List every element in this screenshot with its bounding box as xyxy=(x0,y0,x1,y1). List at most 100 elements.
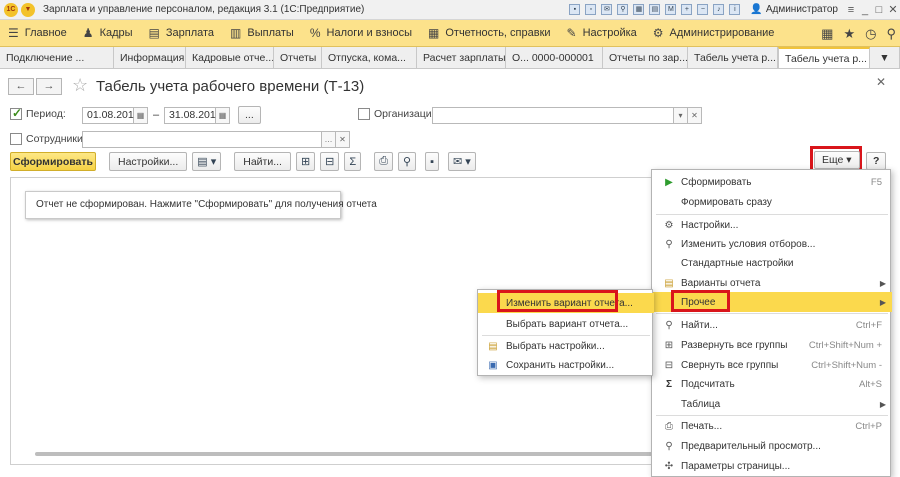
calculator-icon[interactable]: ▤ xyxy=(649,4,661,15)
horizontal-scrollbar[interactable] xyxy=(35,452,675,456)
menu-payments[interactable]: ▥ Выплаты xyxy=(222,20,302,47)
submenu-item-select-settings[interactable]: ▤ Выбрать настройки... xyxy=(478,336,654,356)
tab-timesheet-active[interactable]: Табель учета р...✕ xyxy=(778,47,870,68)
calendar-to-icon[interactable]: ▦ xyxy=(216,107,230,124)
tab-payroll[interactable]: Расчет зарплаты xyxy=(417,47,506,68)
menu-item-find[interactable]: ⚲ Найти... Ctrl+F xyxy=(652,315,892,335)
period-select-button[interactable]: ... xyxy=(238,106,261,124)
tabs-more-icon[interactable]: ▼ xyxy=(870,47,900,68)
employees-select-icon[interactable]: … xyxy=(322,131,336,148)
save-icon[interactable]: ▪ xyxy=(569,4,581,15)
report-icon: ▦ xyxy=(428,26,440,40)
org-input[interactable] xyxy=(432,107,674,124)
mminus-icon[interactable]: − xyxy=(697,4,709,15)
employees-checkbox[interactable] xyxy=(10,133,22,145)
menu-item-expand-groups[interactable]: ⊞ Развернуть все группы Ctrl+Shift+Num + xyxy=(652,335,892,355)
grid-icon[interactable]: ▦ xyxy=(821,26,833,42)
tab-timesheet-1[interactable]: Табель учета р... xyxy=(688,47,778,68)
menu-salary[interactable]: ▤ Зарплата xyxy=(141,20,223,47)
back-arrow-icon[interactable]: ← xyxy=(8,78,34,95)
employees-input[interactable] xyxy=(82,131,322,148)
menu-item-generate-immediately[interactable]: Формировать сразу xyxy=(652,192,892,212)
menu-item-print[interactable]: ⎙ Печать... Ctrl+P xyxy=(652,416,892,436)
menu-item-standard-settings[interactable]: Стандартные настройки xyxy=(652,253,892,273)
more-button[interactable]: Еще ▾ xyxy=(814,151,860,169)
info-icon[interactable]: i xyxy=(729,4,741,15)
favorite-star-icon[interactable]: ☆ xyxy=(72,75,88,96)
tab-hr-reports[interactable]: Кадровые отче... xyxy=(186,47,274,68)
sum-button[interactable]: Σ xyxy=(344,152,362,171)
period-from-field: 01.08.2018 ▦ xyxy=(82,107,148,124)
submenu-item-save-settings[interactable]: ▣ Сохранить настройки... xyxy=(478,355,654,375)
print-button[interactable]: ⎙ xyxy=(374,152,394,171)
menu-taxes[interactable]: % Налоги и взносы xyxy=(302,20,420,47)
user-icon: 👤 xyxy=(750,4,763,15)
m-icon[interactable]: M xyxy=(665,4,677,15)
save-button[interactable]: ▪ xyxy=(425,152,439,171)
collapse-groups-button[interactable]: ⊟ xyxy=(320,152,340,171)
forward-arrow-icon[interactable]: → xyxy=(36,78,62,95)
menu-item-sum[interactable]: Σ Подсчитать Alt+S xyxy=(652,374,892,394)
find-button[interactable]: Найти... xyxy=(234,152,291,171)
preview-button[interactable]: ⚲ xyxy=(398,152,417,171)
tab-reports[interactable]: Отчеты xyxy=(274,47,322,68)
tab-salary-reports[interactable]: Отчеты по зар... xyxy=(603,47,688,68)
calendar-from-icon[interactable]: ▦ xyxy=(134,107,148,124)
org-checkbox[interactable] xyxy=(358,108,370,120)
org-clear-icon[interactable]: ✕ xyxy=(688,107,702,124)
settings-button[interactable]: Настройки... xyxy=(109,152,188,171)
submenu-arrow-icon: ▶ xyxy=(879,278,886,288)
menu-hr[interactable]: ♟ Кадры xyxy=(75,20,141,47)
user-menu[interactable]: 👤 Администратор xyxy=(750,4,838,15)
filter-icon: ⚲ xyxy=(665,238,673,250)
minimize-icon[interactable]: _ xyxy=(858,4,872,16)
employees-row: Сотрудники: xyxy=(10,133,86,145)
menu-settings[interactable]: ✎ Настройка xyxy=(559,20,645,47)
org-row: Организация: xyxy=(358,108,440,120)
app-menu-icon[interactable]: ▼ xyxy=(21,2,35,17)
menu-admin[interactable]: ⚙ Администрирование xyxy=(645,20,783,47)
generate-button[interactable]: Сформировать xyxy=(10,152,96,171)
submenu-item-select-variant[interactable]: Выбрать вариант отчета... xyxy=(478,314,654,334)
mplus-icon[interactable]: + xyxy=(681,4,693,15)
search-icon[interactable]: ⚲ xyxy=(886,26,896,42)
menu-item-preview[interactable]: ⚲ Предварительный просмотр... xyxy=(652,436,892,456)
period-to-input[interactable]: 31.08.2018 xyxy=(164,107,222,124)
maximize-icon[interactable]: □ xyxy=(872,4,886,16)
form-close-icon[interactable]: ✕ xyxy=(876,75,886,89)
tab-connection[interactable]: Подключение ... xyxy=(0,47,114,68)
expand-groups-button[interactable]: ⊞ xyxy=(295,152,316,171)
menu-main[interactable]: ☰ Главное xyxy=(0,20,75,47)
employees-clear-icon[interactable]: ✕ xyxy=(336,131,350,148)
period-from-input[interactable]: 01.08.2018 xyxy=(82,107,140,124)
tab-document[interactable]: О... 0000-000001 xyxy=(506,47,603,68)
tab-info[interactable]: Информация xyxy=(114,47,186,68)
favorites-star-icon[interactable]: ★ xyxy=(843,26,855,42)
settings-icon[interactable]: ≡ xyxy=(844,4,858,16)
menu-item-change-filters[interactable]: ⚲ Изменить условия отборов... xyxy=(652,234,892,254)
period-checkbox[interactable] xyxy=(10,106,22,120)
bell-icon[interactable]: ♪ xyxy=(713,4,725,15)
menu-item-table[interactable]: Таблица ▶ xyxy=(652,394,892,414)
variants-icon: ▤ xyxy=(197,156,208,168)
help-button[interactable]: ? xyxy=(866,152,887,170)
menu-item-generate[interactable]: ▶ Сформировать F5 xyxy=(652,172,892,192)
variants-dropdown-button[interactable]: ▤ ▾ xyxy=(192,152,222,171)
menu-item-page-setup[interactable]: ✣ Параметры страницы... xyxy=(652,456,892,476)
money-icon: ▤ xyxy=(148,26,160,40)
menu-item-settings[interactable]: ⚙ Настройки... xyxy=(652,215,892,235)
calendar-icon[interactable]: ▦ xyxy=(633,4,645,15)
history-icon[interactable]: ◷ xyxy=(865,26,876,42)
print-icon[interactable]: ▫ xyxy=(585,4,597,15)
window-titlebar: 1С ▼ Зарплата и управление персоналом, р… xyxy=(0,0,900,20)
menu-reporting[interactable]: ▦ Отчетность, справки xyxy=(420,20,559,47)
send-button[interactable]: ✉ ▾ xyxy=(447,152,476,171)
change-variant-annotation xyxy=(497,290,618,312)
menu-item-collapse-groups[interactable]: ⊟ Свернуть все группы Ctrl+Shift+Num - xyxy=(652,355,892,375)
menu-separator xyxy=(656,313,888,314)
mail-icon[interactable]: ✉ xyxy=(601,4,613,15)
close-icon[interactable]: ✕ xyxy=(886,3,900,16)
tab-vacations[interactable]: Отпуска, кома... xyxy=(322,47,417,68)
link-icon[interactable]: ⚲ xyxy=(617,4,629,15)
org-dropdown-icon[interactable]: ▾ xyxy=(674,107,688,124)
